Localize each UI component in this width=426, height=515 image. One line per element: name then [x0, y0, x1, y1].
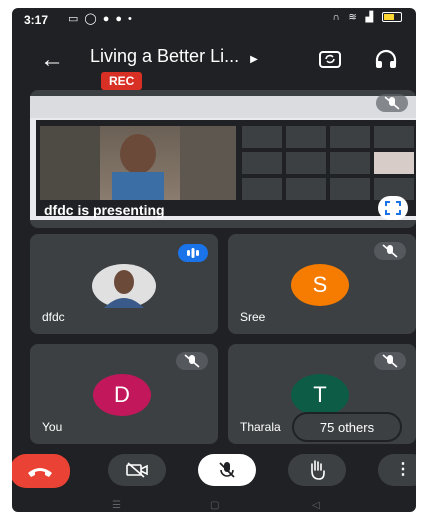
- shared-mini-tile: [330, 178, 370, 200]
- mic-toggle-button[interactable]: [198, 454, 256, 486]
- shared-mini-tile: [242, 152, 282, 174]
- shared-mini-tile: [242, 178, 282, 200]
- shared-mini-tile: [286, 152, 326, 174]
- shared-browser-bar: [30, 96, 416, 118]
- call-controls: ⋮: [12, 448, 416, 498]
- shared-mini-tile: [374, 152, 414, 174]
- avatar: D: [93, 374, 151, 416]
- system-icons: ∩ ≋ ▟: [332, 12, 402, 23]
- whatsapp-icon: ◯: [84, 13, 103, 25]
- status-bar: 3:17 ▭◯●●• ∩ ≋ ▟: [12, 8, 416, 32]
- dot-icon: •: [128, 13, 138, 25]
- end-call-button[interactable]: [12, 454, 70, 488]
- meeting-title-text: Living a Better Li...: [90, 46, 240, 66]
- raise-hand-button[interactable]: [288, 454, 346, 486]
- avatar-photo: [92, 264, 156, 308]
- shared-mini-tile: [286, 178, 326, 200]
- headphones-icon[interactable]: [374, 48, 398, 70]
- presenting-label: dfdc is presenting: [44, 202, 165, 218]
- speaking-indicator-icon: [178, 244, 208, 262]
- presentation-tile[interactable]: dfdc is presenting: [30, 90, 416, 228]
- camera-off-icon: [126, 462, 148, 478]
- participant-name: dfdc: [42, 310, 65, 324]
- fullscreen-icon: [385, 201, 401, 215]
- avatar: S: [291, 264, 349, 306]
- notification-icons: ▭◯●●•: [68, 12, 138, 25]
- headset-icon: ∩: [332, 12, 343, 23]
- shared-mini-tile: [374, 126, 414, 148]
- hang-up-icon: [28, 468, 52, 477]
- meeting-title[interactable]: Living a Better Li... ▶: [90, 46, 258, 67]
- home-icon[interactable]: ▢: [210, 500, 219, 511]
- location-icon: ●: [102, 13, 116, 25]
- mic-off-icon: [176, 352, 208, 370]
- mic-off-icon: [219, 462, 235, 478]
- participant-tile-dfdc[interactable]: dfdc: [30, 234, 218, 334]
- shared-mini-tile: [330, 126, 370, 148]
- participant-name: Sree: [240, 310, 266, 324]
- switch-camera-icon[interactable]: [318, 48, 342, 70]
- meet-screen: 3:17 ▭◯●●• ∩ ≋ ▟ ← Living a Better Li...…: [12, 8, 416, 512]
- expand-arrow-icon: ▶: [250, 54, 258, 65]
- back-arrow-icon[interactable]: ←: [40, 48, 64, 72]
- mic-off-icon: [376, 94, 408, 112]
- wifi-icon: ≋: [348, 12, 360, 23]
- participant-tile-sree[interactable]: S Sree: [228, 234, 416, 334]
- signal-icon: ▟: [365, 12, 377, 23]
- more-vert-icon: ⋮: [395, 461, 411, 478]
- mic-off-icon: [374, 352, 406, 370]
- back-nav-icon[interactable]: ◁: [312, 500, 320, 511]
- speaker-figure: [40, 126, 236, 200]
- hand-icon: [311, 460, 325, 480]
- participant-tile-you[interactable]: D You: [30, 344, 218, 444]
- more-options-button[interactable]: ⋮: [378, 454, 416, 486]
- participant-name: Tharala: [240, 420, 281, 434]
- recording-badge: REC: [101, 72, 143, 90]
- recent-apps-icon[interactable]: ☰: [112, 500, 121, 511]
- message-icon: ●: [115, 13, 129, 25]
- shared-speaker-video: [40, 126, 236, 200]
- call-header: ← Living a Better Li... ▶ REC: [12, 36, 416, 90]
- system-nav-bar: ☰ ▢ ◁: [12, 500, 416, 512]
- camera-toggle-button[interactable]: [108, 454, 166, 486]
- shared-mini-tile: [330, 152, 370, 174]
- participant-name: You: [42, 420, 63, 434]
- fullscreen-button[interactable]: [378, 196, 408, 220]
- battery-icon: [382, 12, 402, 23]
- shared-mini-tile: [286, 126, 326, 148]
- mic-off-icon: [374, 242, 406, 260]
- chat-icon: ▭: [68, 13, 85, 25]
- avatar: T: [291, 374, 349, 416]
- status-time: 3:17: [24, 13, 49, 27]
- others-count-button[interactable]: 75 others: [294, 414, 400, 440]
- shared-mini-tile: [242, 126, 282, 148]
